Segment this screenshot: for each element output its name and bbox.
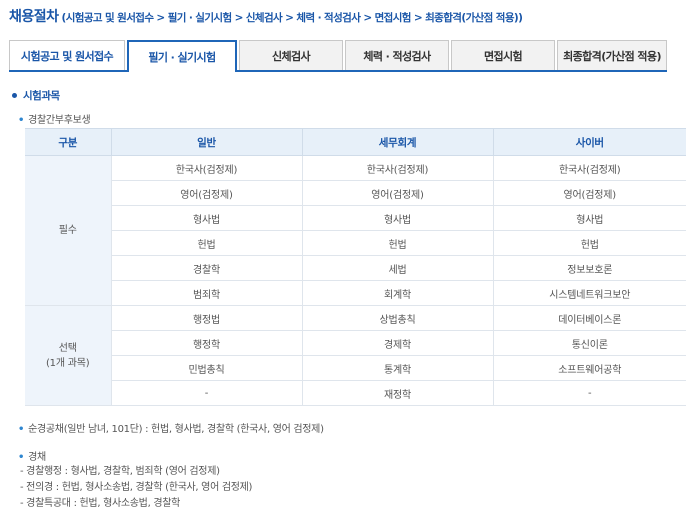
page-header: 채용절차 (시험공고 및 원서접수 > 필기 · 실기시험 > 신체검사 > 체력… [9, 6, 523, 26]
table-cell: 형사법 [111, 205, 303, 231]
table-cell: 영어(검정제) [111, 180, 303, 206]
category-elective: 선택 (1개 과목) [25, 305, 112, 406]
table-cell: 상법총칙 [301, 305, 494, 331]
table-cell: 정보보호론 [492, 255, 686, 281]
tab-final-pass[interactable]: 최종합격(가산점 적용) [557, 40, 667, 70]
table-cell: - [111, 380, 303, 406]
table-cell: - [492, 380, 686, 406]
bullet-icon: • [18, 424, 25, 435]
section-title: 시험과목 [23, 90, 60, 102]
bullet-text: 경찰간부후보생 [28, 115, 91, 126]
bullet-dot-icon [12, 92, 17, 98]
table-row: 범죄학 회계학 시스템네트워크보안 [25, 280, 686, 306]
table-cell: 소프트웨어공학 [492, 355, 686, 381]
tab-fitness-aptitude[interactable]: 체력 · 적성검사 [345, 40, 449, 70]
table-cell: 경찰학 [111, 255, 303, 281]
process-breadcrumb: (시험공고 및 원서접수 > 필기 · 실기시험 > 신체검사 > 체력 · 적… [61, 12, 523, 24]
process-tabs: 시험공고 및 원서접수 필기 · 실기시험 신체검사 체력 · 적성검사 면접시… [9, 40, 667, 72]
exam-subject-table: 구분 일반 세무회계 사이버 필수 한국사(검정제) 한국사(검정제) 한국사(… [25, 128, 686, 406]
bullet-text: 순경공채(일반 남녀, 101단) : 헌법, 형사법, 경찰학 (한국사, 영… [28, 424, 324, 435]
table-cell: 범죄학 [111, 280, 303, 306]
table-cell: 회계학 [301, 280, 494, 306]
table-row: 선택 (1개 과목) 행정법 상법총칙 데이터베이스론 [25, 305, 686, 406]
table-cell: 행정학 [111, 330, 303, 356]
table-row: 영어(검정제) 영어(검정제) 영어(검정제) [25, 180, 686, 206]
category-required: 필수 [25, 155, 112, 306]
tab-interview[interactable]: 면접시험 [451, 40, 555, 70]
table-cell: 헌법 [492, 230, 686, 256]
table-cell: 영어(검정제) [301, 180, 494, 206]
section-heading: 시험과목 [12, 88, 60, 103]
table-cell: 한국사(검정제) [492, 155, 686, 181]
experienced-line: - 경찰특공대 : 헌법, 형사소송법, 경찰학 [20, 498, 181, 509]
tab-written-exam[interactable]: 필기 · 실기시험 [127, 40, 237, 72]
table-cell: 경제학 [301, 330, 494, 356]
experienced-line: - 전의경 : 헌법, 형사소송법, 경찰학 (한국사, 영어 검정제) [20, 482, 253, 493]
bullet-icon: • [18, 115, 25, 126]
table-cell: 한국사(검정제) [110, 155, 303, 181]
table-cell: 형사법 [492, 205, 686, 231]
table-cell: 통계학 [301, 355, 494, 381]
table-cell: 시스템네트워크보안 [492, 280, 686, 306]
table-row: 필수 한국사(검정제) 한국사(검정제) 한국사(검정제) [25, 155, 686, 306]
bullet-experienced: • 경채 [18, 448, 46, 463]
table-cell: 재정학 [301, 380, 494, 406]
table-row: 행정학 경제학 통신이론 [25, 330, 686, 356]
table-cell: 영어(검정제) [492, 180, 686, 206]
table-cell: 한국사(검정제) [301, 155, 494, 181]
page-title: 채용절차 [9, 9, 59, 25]
category-elective-label: 선택 [58, 342, 77, 354]
bullet-candidates: • 경찰간부후보생 [18, 111, 91, 126]
table-cell: 통신이론 [492, 330, 686, 356]
table-cell: 형사법 [301, 205, 494, 231]
table-cell: 헌법 [111, 230, 303, 256]
table-row: 헌법 헌법 헌법 [25, 230, 686, 256]
tab-announcement[interactable]: 시험공고 및 원서접수 [9, 40, 125, 70]
table-row: - 재정학 - [25, 380, 686, 406]
table-cell: 데이터베이스론 [492, 305, 686, 331]
table-row: 형사법 형사법 형사법 [25, 205, 686, 231]
table-header: 사이버 [492, 128, 686, 156]
table-header: 일반 [110, 128, 303, 156]
table-header: 세무회계 [301, 128, 494, 156]
experienced-line: - 경찰행정 : 형사법, 경찰학, 범죄학 (영어 검정제) [20, 466, 220, 477]
tab-physical-check[interactable]: 신체검사 [239, 40, 343, 70]
table-row: 민법총칙 통계학 소프트웨어공학 [25, 355, 686, 381]
table-cell: 행정법 [110, 305, 303, 331]
table-header: 구분 [25, 128, 112, 156]
table-row: 경찰학 세법 정보보호론 [25, 255, 686, 281]
bullet-open-hire: • 순경공채(일반 남녀, 101단) : 헌법, 형사법, 경찰학 (한국사, … [18, 420, 324, 435]
table-cell: 세법 [301, 255, 494, 281]
category-elective-note: (1개 과목) [45, 357, 90, 369]
table-cell: 헌법 [301, 230, 494, 256]
table-cell: 민법총칙 [111, 355, 303, 381]
table-header-row: 구분 일반 세무회계 사이버 [25, 128, 686, 156]
